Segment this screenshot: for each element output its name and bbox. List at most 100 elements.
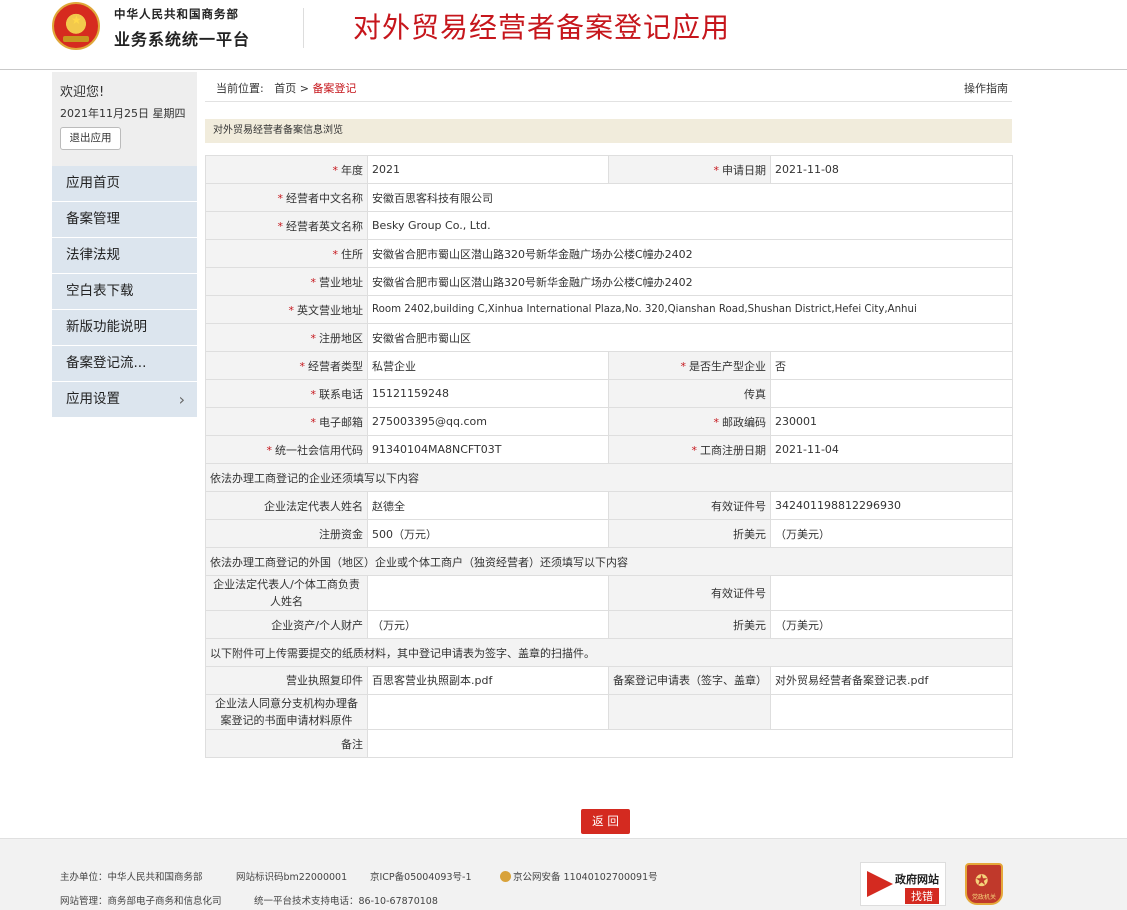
guide-link[interactable]: 操作指南 xyxy=(964,80,1008,96)
table-row: * 联系电话 15121159248 传真 xyxy=(205,379,1013,408)
en-biz-addr-value: Room 2402,building C,Xinhua Internationa… xyxy=(367,295,1013,324)
breadcrumb-prefix: 当前位置: xyxy=(216,82,264,95)
field-label: 备案登记申请表（签字、盖章） xyxy=(608,666,771,695)
field-label xyxy=(608,694,771,730)
field-label: 企业法定代表人/个体工商负责人姓名 xyxy=(205,575,368,611)
police-badge-icon xyxy=(500,871,511,882)
sidebar-item-label: 应用设置 xyxy=(66,391,120,407)
field-label: 折美元 xyxy=(608,610,771,639)
biz-addr-value: 安徽省合肥市蜀山区潜山路320号新华金融广场办公楼C幢办2402 xyxy=(367,267,1013,296)
table-row: * 年度 2021 * 申请日期 2021-11-08 xyxy=(205,155,1013,184)
field-label: 企业资产/个人财产 xyxy=(205,610,368,639)
national-emblem-icon: ★ xyxy=(52,2,100,50)
sidebar-item-home[interactable]: 应用首页 xyxy=(52,166,197,202)
field-label: * 经营者中文名称 xyxy=(205,183,368,212)
cn-name-value: 安徽百思客科技有限公司 xyxy=(367,183,1013,212)
field-label: 营业执照复印件 xyxy=(205,666,368,695)
field-label: 传真 xyxy=(608,379,771,408)
table-row: * 经营者英文名称 Besky Group Co., Ltd. xyxy=(205,211,1013,240)
legal-rep-value: 赵德全 xyxy=(367,491,609,520)
filing-info-table: * 年度 2021 * 申请日期 2021-11-08 * 经营者中文名称 安徽百思客… xyxy=(205,155,1013,758)
capital-value: 500（万元） xyxy=(367,519,609,548)
back-button[interactable]: 返 回 xyxy=(581,809,630,834)
gov-site-error-report-badge[interactable]: 政府网站 找错 xyxy=(860,862,946,906)
footer-sponsor: 主办单位：中华人民共和国商务部 xyxy=(60,872,203,883)
producer-value: 否 xyxy=(770,351,1013,380)
party-govt-badge[interactable]: ✪ 党政机关 xyxy=(965,863,1003,905)
footer-police-text: 京公网安备 11040102700091号 xyxy=(513,872,658,883)
table-row: 注册资金 500（万元） 折美元 （万美元） xyxy=(205,519,1013,548)
field-label: * 联系电话 xyxy=(205,379,368,408)
footer-site-id: 网站标识码bm22000001 xyxy=(236,872,348,883)
en-name-value: Besky Group Co., Ltd. xyxy=(367,211,1013,240)
footer-icp-link[interactable]: 京ICP备05004093号-1 xyxy=(370,869,472,883)
year-value: 2021 xyxy=(367,155,609,184)
sidebar-item-blank-forms[interactable]: 空白表下载 xyxy=(52,274,197,310)
chevron-right-icon: › xyxy=(178,390,185,409)
license-copy-file-link[interactable]: 百思客营业执照副本.pdf xyxy=(367,666,609,695)
biz-reg-date-value: 2021-11-04 xyxy=(770,435,1013,464)
table-row: 依法办理工商登记的企业还须填写以下内容 xyxy=(205,463,1013,492)
foreign-id-value xyxy=(770,575,1013,611)
id-no-value: 342401198812296930 xyxy=(770,491,1013,520)
table-row: * 住所 安徽省合肥市蜀山区潜山路320号新华金融广场办公楼C幢办2402 xyxy=(205,239,1013,268)
breadcrumb: 当前位置: 首页 > 备案登记 xyxy=(216,80,356,96)
table-row: 企业法人同意分支机构办理备案登记的书面申请材料原件 xyxy=(205,694,1013,730)
badge-text: 政府网站 xyxy=(895,873,939,886)
platform-name: 业务系统统一平台 xyxy=(114,30,251,49)
breadcrumb-home-link[interactable]: 首页 xyxy=(274,82,296,95)
field-label: * 统一社会信用代码 xyxy=(205,435,368,464)
reg-form-file-link[interactable]: 对外贸易经营者备案登记表.pdf xyxy=(770,666,1013,695)
table-row: 企业法定代表人/个体工商负责人姓名 有效证件号 xyxy=(205,575,1013,611)
magnifier-icon xyxy=(867,871,893,897)
field-label: * 年度 xyxy=(205,155,368,184)
emblem-icon: ✪ xyxy=(975,871,989,890)
header-divider xyxy=(303,8,304,48)
credit-code-value: 91340104MA8NCFT03T xyxy=(367,435,609,464)
field-label: 折美元 xyxy=(608,519,771,548)
org-name: 中华人民共和国商务部 xyxy=(114,7,239,21)
logout-button[interactable]: 退出应用 xyxy=(60,127,121,150)
field-label: * 申请日期 xyxy=(608,155,771,184)
table-row: * 注册地区 安徽省合肥市蜀山区 xyxy=(205,323,1013,352)
footer-manager: 网站管理：商务部电子商务和信息化司 xyxy=(60,896,222,907)
residence-value: 安徽省合肥市蜀山区潜山路320号新华金融广场办公楼C幢办2402 xyxy=(367,239,1013,268)
table-row: * 电子邮箱 275003395@qq.com * 邮政编码 230001 xyxy=(205,407,1013,436)
section-title: 对外贸易经营者备案信息浏览 xyxy=(205,119,1012,143)
welcome-panel: 欢迎您! 2021年11月25日 星期四 退出应用 xyxy=(52,72,197,166)
page-footer: 主办单位：中华人民共和国商务部 网站标识码bm22000001 京ICP备050… xyxy=(0,838,1127,910)
field-label: 企业法人同意分支机构办理备案登记的书面申请材料原件 xyxy=(205,694,368,730)
branch-value xyxy=(367,694,609,730)
field-label: * 电子邮箱 xyxy=(205,407,368,436)
table-row: * 经营者中文名称 安徽百思客科技有限公司 xyxy=(205,183,1013,212)
sidebar-item-label: 应用首页 xyxy=(66,175,120,191)
current-date: 2021年11月25日 星期四 xyxy=(60,107,186,120)
fax-value xyxy=(770,379,1013,408)
apply-date-value: 2021-11-08 xyxy=(770,155,1013,184)
sidebar-item-app-settings[interactable]: 应用设置 › xyxy=(52,382,197,418)
badge-text: 找错 xyxy=(905,888,939,904)
sidebar-menu: 应用首页 备案管理 法律法规 空白表下载 新版功能说明 备案登记流... 应用设… xyxy=(52,166,197,418)
sidebar-item-filing-process[interactable]: 备案登记流... xyxy=(52,346,197,382)
postcode-value: 230001 xyxy=(770,407,1013,436)
usd-value: （万美元） xyxy=(770,519,1013,548)
field-label: * 经营者英文名称 xyxy=(205,211,368,240)
field-label: * 英文营业地址 xyxy=(205,295,368,324)
table-row: 备注 xyxy=(205,729,1013,758)
page-header: ★ 中华人民共和国商务部 业务系统统一平台 对外贸易经营者备案登记应用 xyxy=(0,0,1127,70)
usd2-value: （万美元） xyxy=(770,610,1013,639)
sidebar-item-label: 空白表下载 xyxy=(66,283,134,299)
sidebar-item-filing-management[interactable]: 备案管理 xyxy=(52,202,197,238)
table-row: 企业法定代表人姓名 赵德全 有效证件号 342401198812296930 xyxy=(205,491,1013,520)
table-row: * 统一社会信用代码 91340104MA8NCFT03T * 工商注册日期 202… xyxy=(205,435,1013,464)
field-label: * 是否生产型企业 xyxy=(608,351,771,380)
breadcrumb-divider xyxy=(205,101,1012,102)
footer-support: 统一平台技术支持电话：86-10-67870108 xyxy=(254,896,438,907)
table-row: * 经营者类型 私营企业 * 是否生产型企业 否 xyxy=(205,351,1013,380)
remark-value xyxy=(367,729,1013,758)
sidebar-item-new-features[interactable]: 新版功能说明 xyxy=(52,310,197,346)
sidebar-item-laws[interactable]: 法律法规 xyxy=(52,238,197,274)
reg-area-value: 安徽省合肥市蜀山区 xyxy=(367,323,1013,352)
field-label: 注册资金 xyxy=(205,519,368,548)
footer-police-record[interactable]: 京公网安备 11040102700091号 xyxy=(500,869,658,883)
